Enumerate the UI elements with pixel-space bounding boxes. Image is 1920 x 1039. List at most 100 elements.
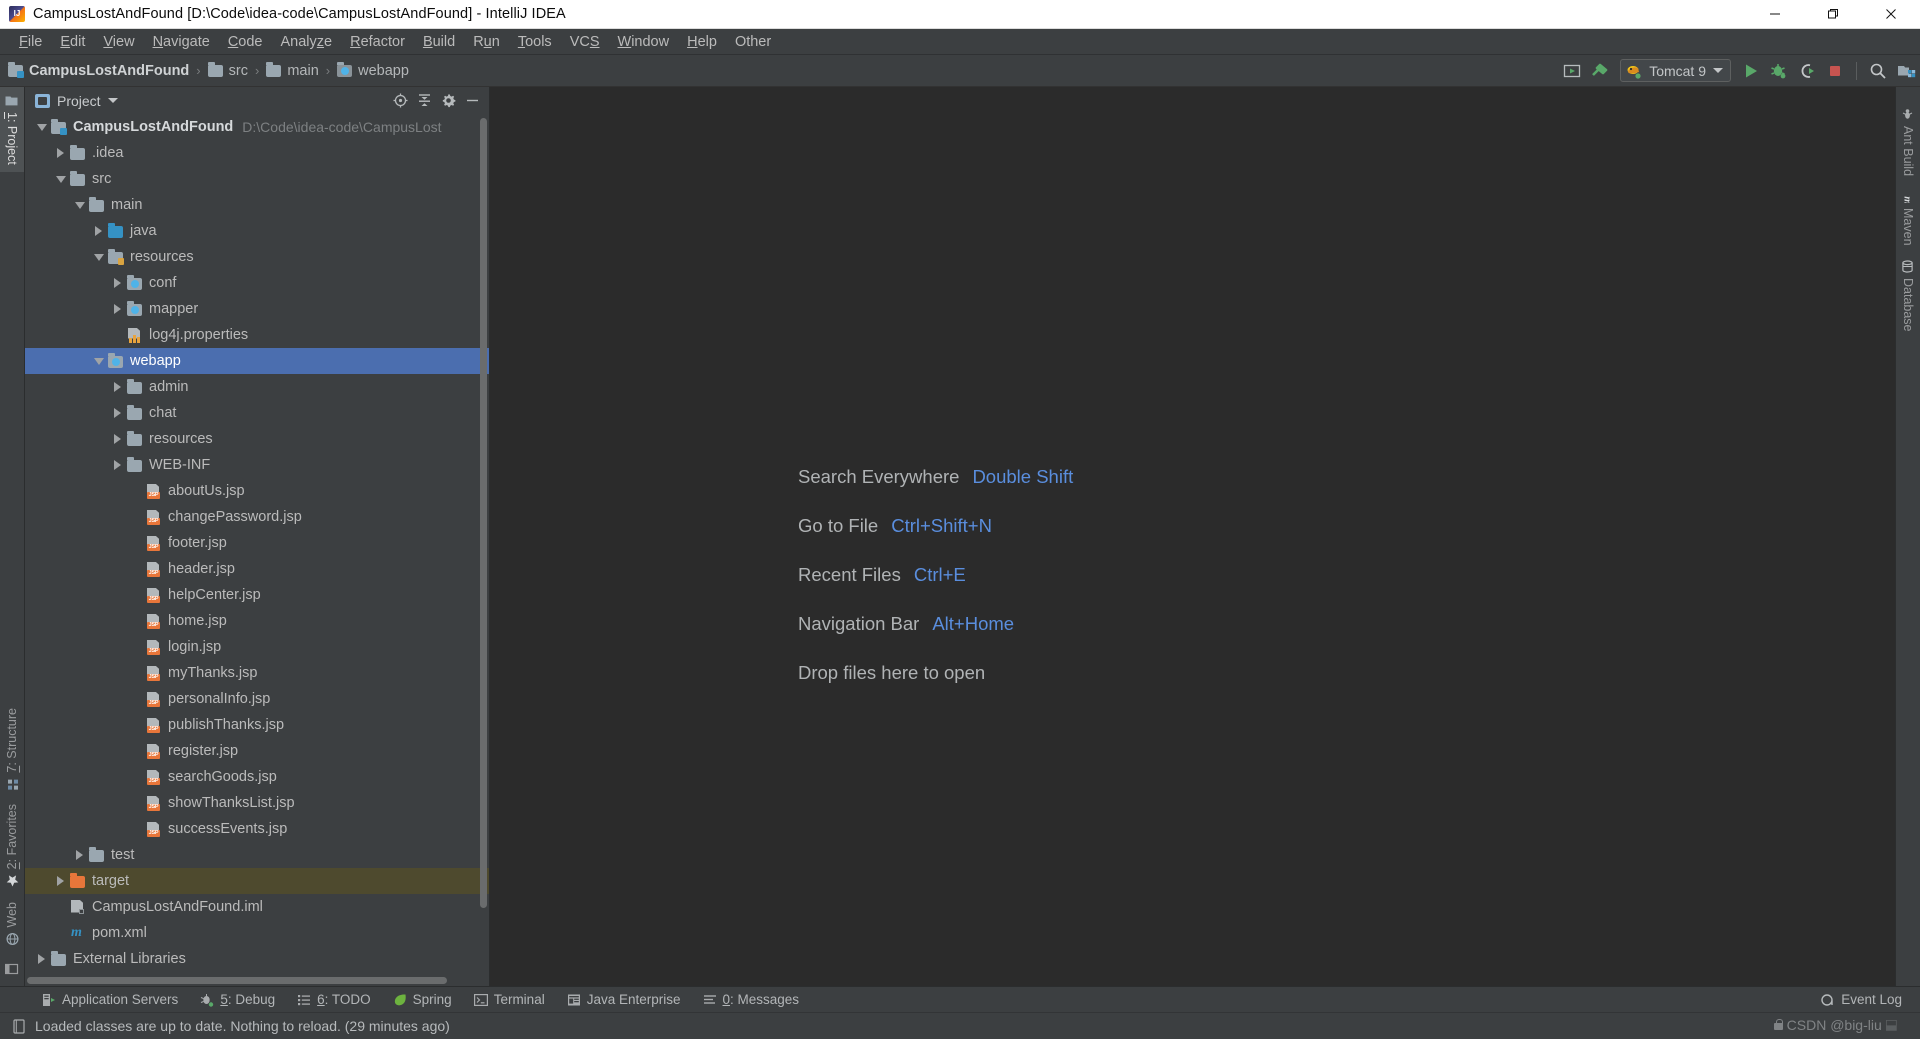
tree-node[interactable]: JSP changePassword.jsp [25, 504, 489, 530]
tree-node[interactable]: JSP header.jsp [25, 556, 489, 582]
bottom-tab-spring[interactable]: Spring [393, 992, 452, 1007]
gear-icon[interactable] [437, 90, 459, 112]
tool-window-tab-maven[interactable]: m Maven [1897, 183, 1919, 253]
bottom-tab-0-messages[interactable]: 0: Messages [703, 992, 799, 1007]
menu-item-view[interactable]: View [94, 32, 143, 52]
tool-window-tab-2-favorites[interactable]: 2: Favorites [1, 797, 23, 894]
tool-window-tab-ant-build[interactable]: Ant Build [1897, 101, 1919, 183]
project-structure-icon[interactable] [1892, 59, 1920, 83]
search-icon[interactable] [1864, 59, 1892, 83]
tree-node[interactable]: test [25, 842, 489, 868]
run-icon[interactable] [1737, 59, 1765, 83]
chevron-down-icon[interactable] [1713, 68, 1723, 73]
tree-node[interactable]: log4j.properties [25, 322, 489, 348]
tree-node[interactable]: chat [25, 400, 489, 426]
locate-in-tree-icon[interactable] [389, 90, 411, 112]
chevron-right-icon[interactable] [33, 954, 50, 964]
chevron-right-icon[interactable] [109, 382, 126, 392]
tree-node[interactable]: JSP aboutUs.jsp [25, 478, 489, 504]
tool-window-tab-7-structure[interactable]: 7: Structure [1, 701, 23, 798]
chevron-down-icon[interactable] [107, 98, 118, 103]
scrollbar-thumb[interactable] [480, 118, 487, 908]
tool-window-tab-1-project[interactable]: 1: Project [0, 87, 24, 172]
chevron-right-icon[interactable] [109, 460, 126, 470]
minimize-icon[interactable] [1746, 0, 1804, 29]
tree-node[interactable]: resources [25, 426, 489, 452]
breadcrumb-item-main[interactable]: main [266, 61, 319, 79]
tree-node[interactable]: admin [25, 374, 489, 400]
tree-node[interactable]: WEB-INF [25, 452, 489, 478]
tree-node[interactable]: JSP login.jsp [25, 634, 489, 660]
tree-node[interactable]: .idea [25, 140, 489, 166]
menu-item-build[interactable]: Build [414, 32, 464, 52]
tree-node[interactable]: java [25, 218, 489, 244]
tree-node[interactable]: JSP searchGoods.jsp [25, 764, 489, 790]
editor-empty-area[interactable]: Search Everywhere Double Shift Go to File C… [490, 87, 1895, 986]
tree-node[interactable]: JSP publishThanks.jsp [25, 712, 489, 738]
chevron-right-icon[interactable] [71, 850, 88, 860]
build-hammer-icon[interactable] [1586, 59, 1614, 83]
tree-node[interactable]: JSP showThanksList.jsp [25, 790, 489, 816]
tree-node[interactable]: mapper [25, 296, 489, 322]
chevron-right-icon[interactable] [52, 148, 69, 158]
tree-node[interactable]: JSP home.jsp [25, 608, 489, 634]
chevron-right-icon[interactable] [109, 408, 126, 418]
run-configuration-selector[interactable]: Tomcat 9 [1620, 59, 1731, 82]
menu-item-run[interactable]: Run [464, 32, 509, 52]
menu-item-window[interactable]: Window [609, 32, 679, 52]
tree-node[interactable]: m pom.xml [25, 920, 489, 946]
close-icon[interactable] [1862, 0, 1920, 29]
chevron-right-icon[interactable] [109, 278, 126, 288]
stop-icon[interactable] [1821, 59, 1849, 83]
bottom-tab-application-servers[interactable]: Application Servers [42, 992, 178, 1007]
chevron-down-icon[interactable] [52, 175, 69, 183]
menu-item-refactor[interactable]: Refactor [341, 32, 414, 52]
tree-node[interactable]: JSP myThanks.jsp [25, 660, 489, 686]
menu-item-edit[interactable]: Edit [51, 32, 94, 52]
chevron-right-icon[interactable] [109, 304, 126, 314]
tree-node[interactable]: target [25, 868, 489, 894]
tree-node[interactable]: resources [25, 244, 489, 270]
menu-item-vcs[interactable]: VCS [561, 32, 609, 52]
chevron-down-icon[interactable] [33, 123, 50, 131]
tree-node[interactable]: External Libraries [25, 946, 489, 972]
tree-node[interactable]: JSP personalInfo.jsp [25, 686, 489, 712]
breadcrumb-item-webapp[interactable]: webapp [337, 61, 409, 79]
chevron-right-icon[interactable] [52, 876, 69, 886]
menu-item-analyze[interactable]: Analyze [272, 32, 342, 52]
open-in-browser-icon[interactable] [1558, 59, 1586, 83]
chevron-down-icon[interactable] [90, 357, 107, 365]
tree-node[interactable]: JSP helpCenter.jsp [25, 582, 489, 608]
tree-node[interactable]: CampusLostAndFound.iml [25, 894, 489, 920]
event-log-tab[interactable]: Event Log [1820, 992, 1902, 1007]
bottom-tab-6-todo[interactable]: 6: TODO [297, 992, 371, 1007]
run-with-coverage-icon[interactable] [1793, 59, 1821, 83]
tree-node[interactable]: CampusLostAndFound D:\Code\idea-code\Camp… [25, 114, 489, 140]
chevron-right-icon[interactable] [109, 434, 126, 444]
tool-window-tab-web[interactable]: Web [1, 895, 23, 952]
chevron-down-icon[interactable] [90, 253, 107, 261]
tree-node[interactable]: src [25, 166, 489, 192]
tree-node[interactable]: conf [25, 270, 489, 296]
tree-node[interactable]: JSP register.jsp [25, 738, 489, 764]
chevron-right-icon[interactable] [90, 226, 107, 236]
menu-item-other[interactable]: Other [726, 32, 780, 52]
bottom-tab-java-enterprise[interactable]: Java Enterprise [567, 992, 681, 1007]
tree-node[interactable]: JSP footer.jsp [25, 530, 489, 556]
breadcrumb-item-campuslostandfound[interactable]: CampusLostAndFound [8, 61, 189, 79]
project-tree-scroll-area[interactable]: CampusLostAndFound D:\Code\idea-code\Camp… [25, 114, 489, 975]
menu-item-code[interactable]: Code [219, 32, 272, 52]
tool-window-tab-database[interactable]: Database [1897, 253, 1919, 339]
menu-item-help[interactable]: Help [678, 32, 726, 52]
chevron-down-icon[interactable] [71, 201, 88, 209]
project-tree-horizontal-scrollbar[interactable] [25, 975, 489, 986]
tree-node[interactable]: JSP successEvents.jsp [25, 816, 489, 842]
maximize-icon[interactable] [1804, 0, 1862, 29]
project-tree-vertical-scrollbar[interactable] [478, 114, 489, 975]
bottom-tab-5-debug[interactable]: 5: Debug [200, 992, 275, 1007]
minimize-all-windows-icon[interactable] [0, 952, 24, 986]
menu-item-tools[interactable]: Tools [509, 32, 561, 52]
breadcrumb-item-src[interactable]: src [207, 61, 248, 79]
debug-icon[interactable] [1765, 59, 1793, 83]
menu-item-navigate[interactable]: Navigate [144, 32, 219, 52]
